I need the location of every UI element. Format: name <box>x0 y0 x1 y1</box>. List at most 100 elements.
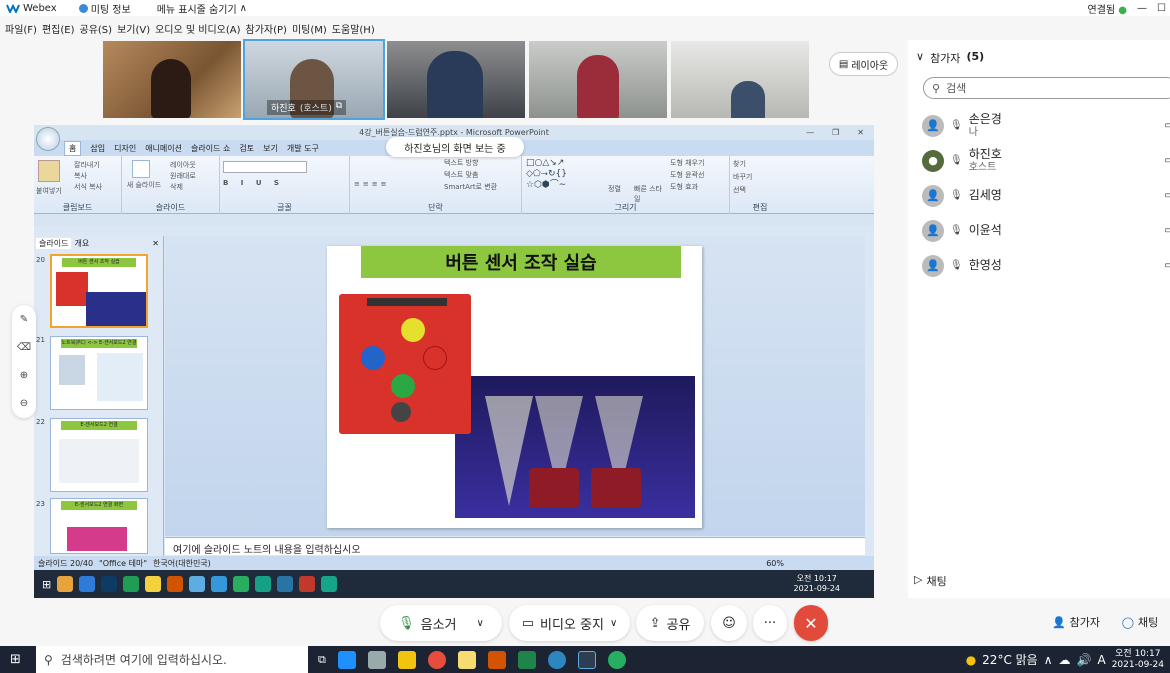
app-icon <box>255 576 272 592</box>
microphone-icon[interactable]: 🎙 <box>950 225 963 236</box>
excel-icon[interactable] <box>517 650 536 669</box>
app-icon <box>211 576 228 592</box>
outline-tab: 개요 <box>74 238 90 248</box>
folder-icon[interactable] <box>397 650 416 669</box>
new-slide-icon <box>132 160 150 178</box>
webex-icon[interactable] <box>577 650 596 669</box>
menu-edit[interactable]: 편집(E) <box>42 21 75 36</box>
video-tile[interactable] <box>103 41 241 118</box>
chevron-down-icon[interactable]: ∨ <box>610 618 617 629</box>
video-camera-icon[interactable]: ▭ <box>1165 155 1170 166</box>
video-camera-icon[interactable]: ▭ <box>1165 225 1170 236</box>
shape-fill-label: 도형 채우기 <box>670 159 705 167</box>
chat-panel-button[interactable]: ◯ 채팅 <box>1114 607 1166 637</box>
participant-item[interactable]: 👤 🎙 한영성 ▭ <box>922 248 1170 283</box>
ribbon-group-clipboard: 붙여넣기 잘라내기 복사 서식 복사 클립보드 <box>34 156 122 214</box>
video-tile[interactable] <box>529 41 667 118</box>
menu-meeting[interactable]: 미팅(M) <box>292 21 327 36</box>
smiley-icon: ☺ <box>722 615 736 631</box>
menu-participants[interactable]: 참가자(P) <box>246 21 287 36</box>
reactions-button[interactable]: ☺ <box>711 605 747 641</box>
align-icons: ≡≡≡≡ <box>354 180 390 188</box>
slides-pane: 슬라이드 개요 ✕ 20 버튼 센서 조작 실습 21 노트북(PC) <-> … <box>34 236 164 556</box>
slide-number: 21 <box>36 336 45 344</box>
zoom-out-icon[interactable]: ⊖ <box>20 398 28 409</box>
avatar-icon: 👤 <box>922 184 944 207</box>
menu-help[interactable]: 도움말(H) <box>332 21 375 36</box>
viewing-banner: 하진호님의 화면 보는 중 <box>386 137 524 157</box>
chat-expand-button[interactable]: ▷ 채팅 <box>914 573 947 589</box>
language: 한국어(대한민국) <box>153 558 211 568</box>
hide-menu-button[interactable]: 메뉴 표시줄 숨기기 ∧ <box>157 1 247 16</box>
mute-button[interactable]: 🎙 음소거 ∨ <box>380 605 502 641</box>
annotate-pen-icon[interactable]: ✎ <box>20 314 28 325</box>
kakaotalk-icon[interactable] <box>457 650 476 669</box>
volume-icon[interactable]: 🔊 <box>1077 653 1092 667</box>
minimize-icon[interactable]: — <box>1137 3 1147 14</box>
participant-item[interactable]: 👤 🎙 손은경 나 ▭ <box>922 108 1170 143</box>
video-tile-host[interactable]: 하진호 (호스트) ⧉ <box>243 39 385 120</box>
participants-header[interactable]: ∨ 참가자 (5) <box>916 50 984 66</box>
microphone-icon[interactable]: 🎙 <box>950 120 963 131</box>
participant-list: 👤 🎙 손은경 나 ▭ ● 🎙 하진호 호스트 ▭ 👤 🎙 김세영 ▭ 👤 🎙 이윤… <box>922 108 1170 283</box>
app-icon[interactable] <box>607 650 626 669</box>
ime-indicator[interactable]: A <box>1097 653 1105 667</box>
tray-chevron-up-icon[interactable]: ∧ <box>1044 653 1053 667</box>
video-strip: 하진호 (호스트) ⧉ <box>103 39 809 120</box>
app-icon <box>101 576 118 592</box>
windows-start-icon[interactable]: ⊞ <box>10 652 21 667</box>
participant-silhouette <box>427 51 483 118</box>
microphone-icon[interactable]: 🎙 <box>950 155 963 166</box>
chevron-right-icon: ▷ <box>914 573 923 586</box>
microphone-icon[interactable]: 🎙 <box>950 190 963 201</box>
participant-item[interactable]: 👤 🎙 이윤석 ▭ <box>922 213 1170 248</box>
eraser-icon[interactable]: ⌫ <box>17 342 31 353</box>
leave-meeting-button[interactable]: ✕ <box>794 605 828 641</box>
group-label-editing: 편집 <box>752 203 768 212</box>
layout-button[interactable]: ▤ 레이아웃 <box>829 52 898 76</box>
menu-audio-video[interactable]: 오디오 및 비디오(A) <box>155 21 240 36</box>
weather-label[interactable]: 22°C 맑음 <box>982 651 1038 668</box>
more-icon: ··· <box>763 615 777 631</box>
video-tile[interactable] <box>387 41 525 118</box>
participant-item[interactable]: ● 🎙 하진호 호스트 ▭ <box>922 143 1170 178</box>
share-button[interactable]: ⇪ 공유 <box>636 605 704 641</box>
menu-file[interactable]: 파일(F) <box>5 21 37 36</box>
taskbar-clock[interactable]: 오전 10:17 2021-09-24 <box>1112 649 1164 671</box>
network-icon[interactable]: ☁ <box>1059 653 1071 667</box>
font-name-box <box>223 161 307 173</box>
maximize-icon[interactable]: ☐ <box>1157 3 1166 14</box>
video-camera-icon[interactable]: ▭ <box>1165 190 1170 201</box>
app-icon <box>233 576 250 592</box>
app-icon[interactable] <box>367 650 386 669</box>
avatar-icon: 👤 <box>922 219 944 242</box>
more-options-button[interactable]: ··· <box>753 605 787 641</box>
participants-panel-button[interactable]: 👤 참가자 <box>1041 607 1111 637</box>
ribbon-tab-animation: 애니메이션 <box>145 143 183 153</box>
microphone-icon[interactable]: 🎙 <box>950 260 963 271</box>
participant-item[interactable]: 👤 🎙 김세영 ▭ <box>922 178 1170 213</box>
participant-search-input[interactable]: ⚲ 검색 <box>923 77 1170 99</box>
task-view-icon[interactable]: ⧉ <box>318 653 326 667</box>
edge-icon[interactable] <box>547 650 566 669</box>
host-name-label: 하진호 (호스트) ⧉ <box>267 100 347 115</box>
video-tile[interactable] <box>671 41 809 118</box>
video-camera-icon[interactable]: ▭ <box>1165 260 1170 271</box>
meeting-info-button[interactable]: 미팅 정보 <box>78 1 131 16</box>
office-button-icon <box>36 127 60 151</box>
shared-taskbar: ⊞ 오전 10:17 2021-09-24 <box>34 570 874 598</box>
ie-icon[interactable] <box>337 650 356 669</box>
menu-view[interactable]: 보기(V) <box>117 21 150 36</box>
powerpoint-icon[interactable] <box>487 650 506 669</box>
video-camera-icon[interactable]: ▭ <box>1165 120 1170 131</box>
stop-video-button[interactable]: ▭ 비디오 중지 ∨ <box>509 605 630 641</box>
webex-app-menu[interactable]: Webex <box>6 3 57 14</box>
taskbar-search[interactable]: ⚲ 검색하려면 여기에 입력하십시오. <box>36 646 308 673</box>
zoom-in-icon[interactable]: ⊕ <box>20 370 28 381</box>
ribbon-group-slides: 새 슬라이드 레이아웃 원래대로 삭제 슬라이드 <box>122 156 220 214</box>
ribbon-tab-review: 검토 <box>239 143 255 153</box>
meeting-controls: 🎙 음소거 ∨ ▭ 비디오 중지 ∨ ⇪ 공유 ☺ ··· ✕ 👤 참가자 ◯ … <box>0 600 1170 645</box>
chevron-down-icon[interactable]: ∨ <box>477 618 484 629</box>
chrome-icon[interactable] <box>427 650 446 669</box>
menu-share[interactable]: 공유(S) <box>80 21 113 36</box>
